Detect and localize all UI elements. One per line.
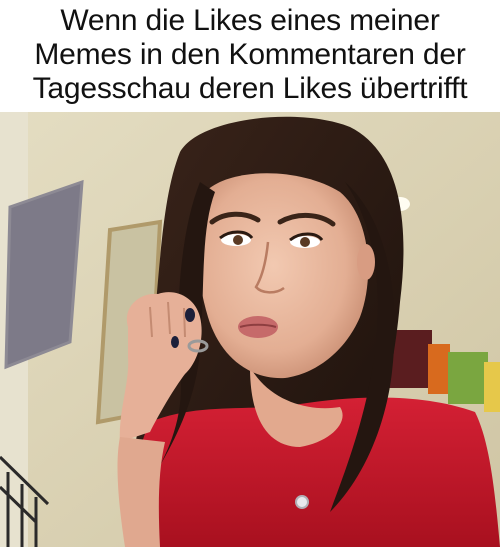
nail-1 bbox=[185, 308, 195, 322]
photo-illustration bbox=[0, 112, 500, 547]
meme-caption: Wenn die Likes eines meiner Memes in den… bbox=[0, 0, 500, 112]
painting-right-yellow bbox=[484, 362, 500, 412]
meme-photo bbox=[0, 112, 500, 547]
iris-left bbox=[233, 235, 243, 245]
painting-right-orange bbox=[428, 344, 450, 394]
nail-2 bbox=[171, 336, 179, 348]
caption-line-1: Wenn die Likes eines meiner bbox=[60, 4, 440, 37]
pendant bbox=[295, 495, 309, 509]
caption-line-2: Memes in den Kommentaren der bbox=[34, 38, 466, 71]
painting-right-green bbox=[448, 352, 488, 404]
ear bbox=[357, 244, 375, 280]
arm bbox=[117, 437, 165, 547]
iris-right bbox=[300, 237, 310, 247]
wall-painting-left bbox=[4, 179, 84, 370]
caption-line-3: Tagesschau deren Likes übertrifft bbox=[32, 72, 468, 105]
meme: Wenn die Likes eines meiner Memes in den… bbox=[0, 0, 500, 547]
